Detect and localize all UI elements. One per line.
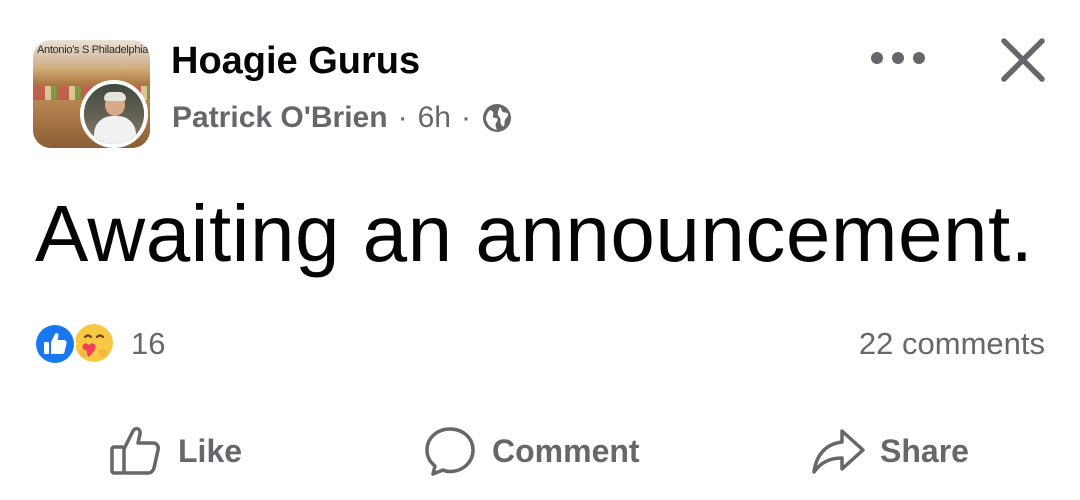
comment-button[interactable]: Comment <box>422 418 640 484</box>
share-button[interactable]: Share <box>810 418 969 484</box>
like-reaction-icon <box>33 322 77 366</box>
group-thumbnail-caption: Antonio's S Philadelphia <box>37 44 149 56</box>
comment-label: Comment <box>492 432 640 469</box>
post-text: Awaiting an announcement. <box>35 189 1034 278</box>
comments-count[interactable]: 22 comments <box>859 322 1045 366</box>
share-label: Share <box>880 432 969 469</box>
action-bar: Like Comment Share <box>0 418 1080 484</box>
like-button[interactable]: Like <box>108 418 242 484</box>
meta-separator: · <box>460 101 471 134</box>
globe-icon <box>481 102 513 134</box>
author-avatar[interactable] <box>80 80 148 148</box>
comment-bubble-icon <box>422 423 478 479</box>
share-arrow-icon <box>810 423 866 479</box>
reaction-summary[interactable]: 16 <box>33 322 165 366</box>
post-meta: Patrick O'Brien · 6h · <box>172 100 513 136</box>
more-horizontal-icon[interactable] <box>868 38 928 78</box>
post-time[interactable]: 6h <box>418 101 451 135</box>
author-name[interactable]: Patrick O'Brien <box>172 101 388 135</box>
thumbs-up-icon <box>108 423 164 479</box>
like-label: Like <box>178 432 243 469</box>
reaction-count: 16 <box>131 326 166 361</box>
care-reaction-icon <box>71 321 117 367</box>
group-name[interactable]: Hoagie Gurus <box>171 40 420 83</box>
close-icon[interactable] <box>995 32 1051 88</box>
meta-separator: · <box>397 101 408 134</box>
thumb-bread-top <box>33 66 150 86</box>
